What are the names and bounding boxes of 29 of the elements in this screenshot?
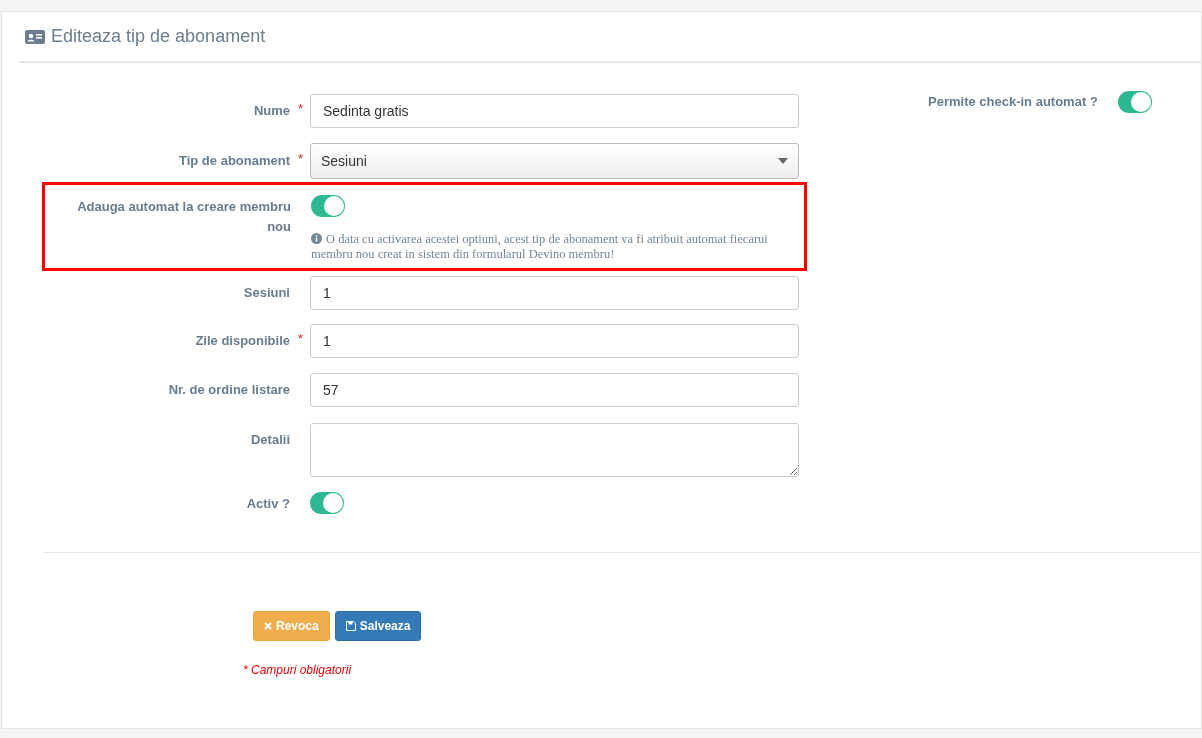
panel-title: Editeaza tip de abonament [51, 26, 266, 47]
text-field[interactable]: 57 [310, 373, 799, 407]
textarea-field[interactable] [310, 423, 799, 477]
field-label: Sesiuni [242, 284, 290, 302]
text-field[interactable]: 1 [310, 276, 799, 310]
text-field[interactable]: 1 [310, 324, 799, 358]
save-button[interactable]: Salveaza [334, 611, 422, 641]
toggle-switch[interactable] [1117, 91, 1152, 113]
toggle-switch[interactable] [311, 195, 345, 217]
id-card-icon [25, 29, 45, 44]
field-label: Permite check-in automat ? [927, 93, 1098, 111]
caret-icon [778, 158, 788, 164]
info-icon [311, 233, 322, 244]
field-label: Activ ? [245, 495, 290, 513]
toggle-switch[interactable] [310, 492, 344, 514]
field-label: Nr. de ordine listare [167, 381, 290, 399]
text-field[interactable]: Sedinta gratis [310, 94, 799, 128]
required-note: * Campuri obligatorii [243, 663, 353, 677]
field-label: Adauga automat la creare membru nou [76, 198, 291, 236]
close-icon [264, 622, 272, 630]
field-label: Nume [252, 102, 290, 120]
required-mark: * [297, 150, 305, 168]
field-label: Detalii [250, 431, 290, 449]
required-mark: * [297, 330, 305, 348]
help-text: O data cu activarea acestei optiuni, acest tip de abonament va fi atribuit automat fiecarui membru nou creat in sistem din formularul Devino membru! [311, 232, 769, 262]
required-mark: * [297, 100, 305, 118]
field-label: Zile disponibile [194, 332, 290, 350]
select-field[interactable]: Sesiuni [310, 143, 799, 179]
field-label: Tip de abonament [178, 152, 290, 170]
